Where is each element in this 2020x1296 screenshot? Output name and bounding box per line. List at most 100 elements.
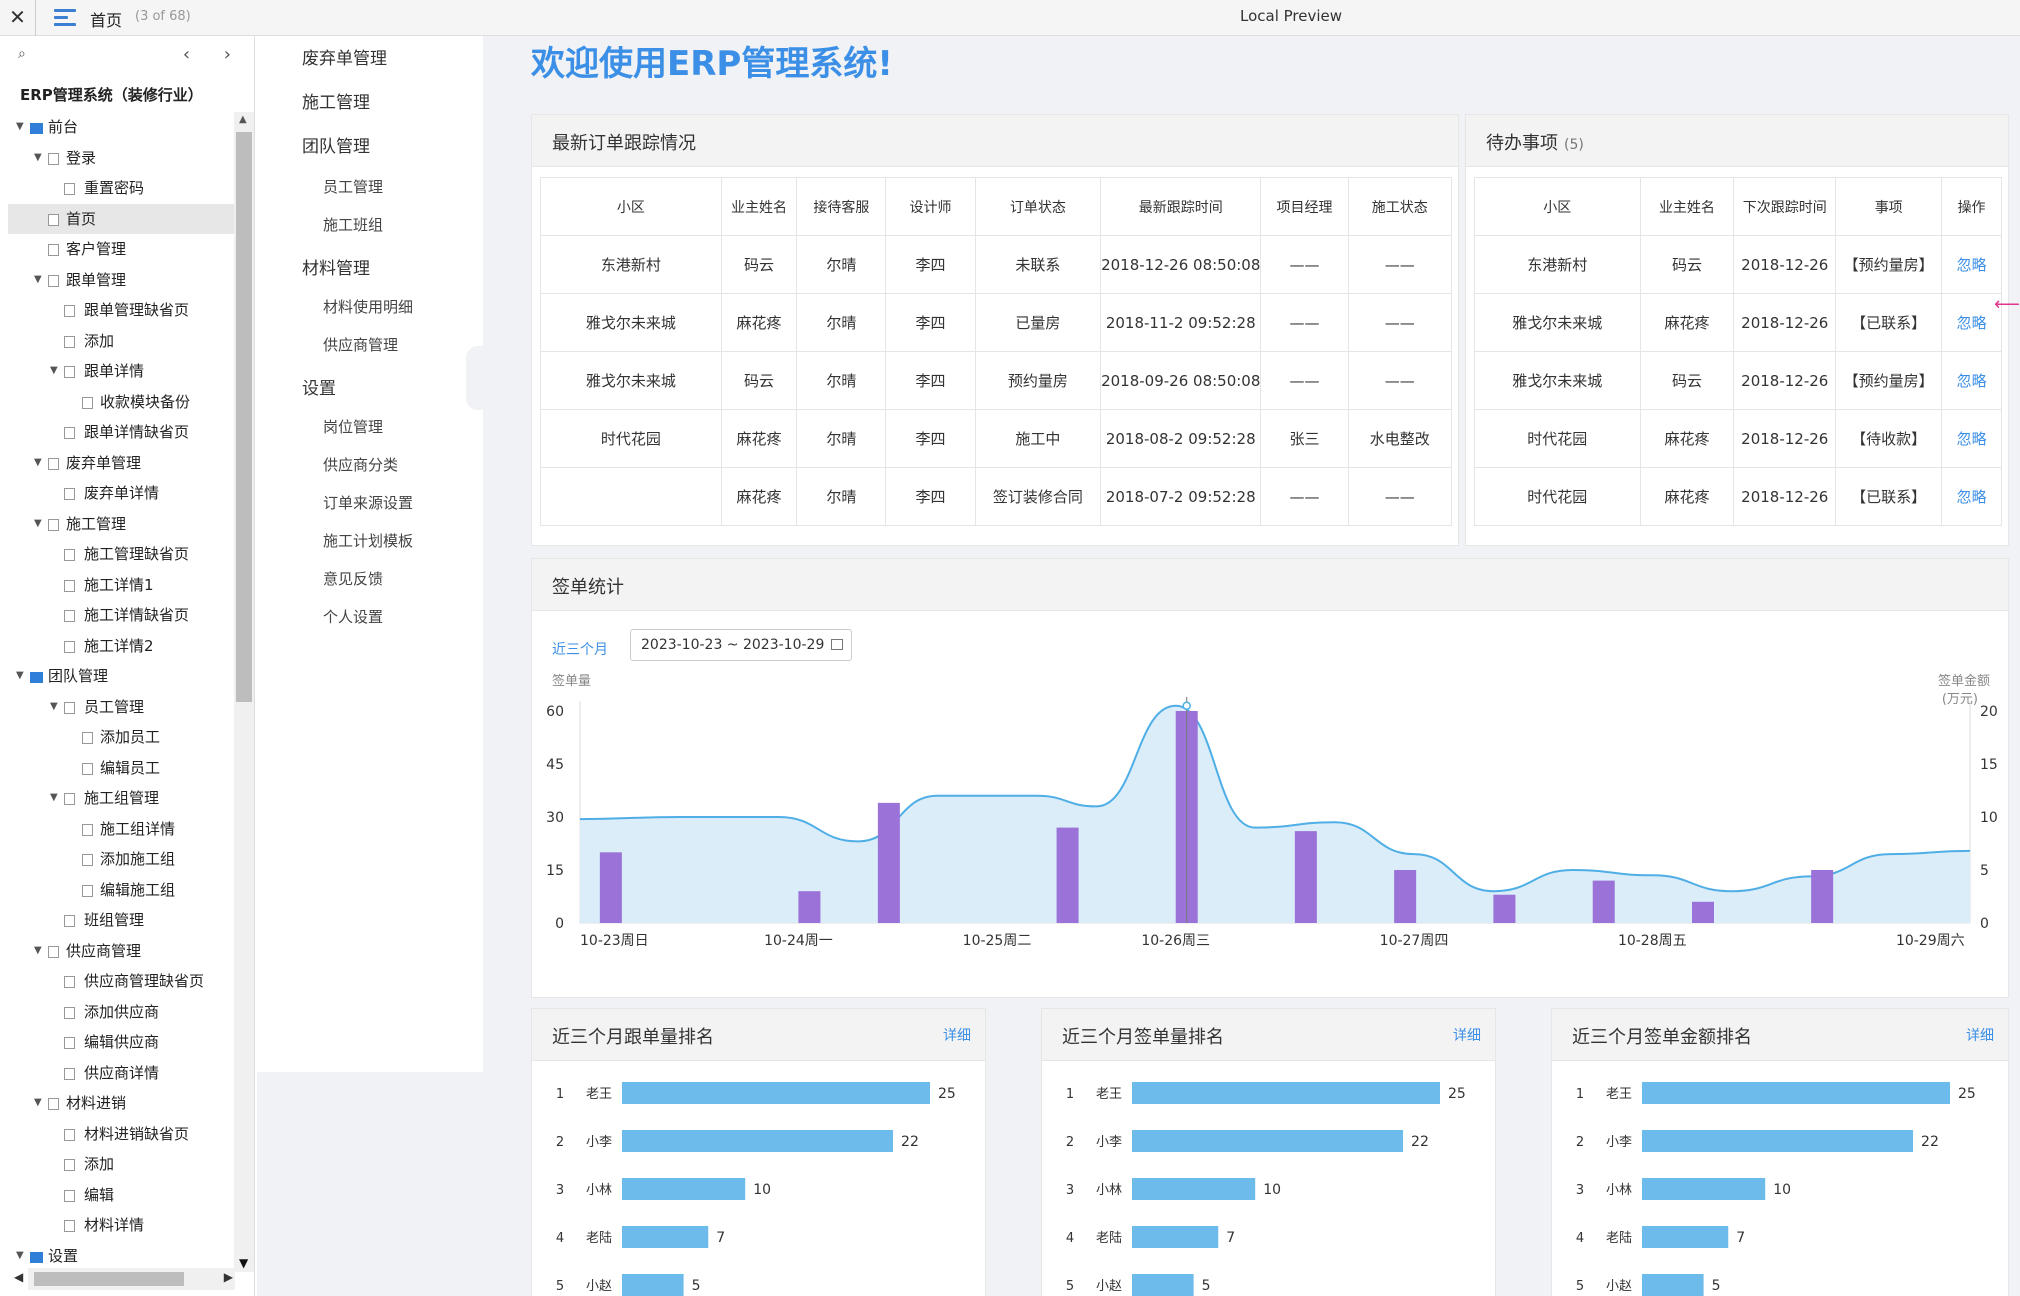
ignore-link[interactable]: 忽略 <box>1941 409 2002 468</box>
tree-item[interactable]: 材料进销缺省页 <box>8 1119 235 1149</box>
tree-item[interactable]: 施工组详情 <box>8 814 235 844</box>
scroll-right-arrow-icon[interactable]: ▶ <box>224 1270 233 1284</box>
tree-item[interactable]: 材料详情 <box>8 1210 235 1240</box>
tree-item[interactable]: 施工管理缺省页 <box>8 539 235 569</box>
sidebar-nav-item[interactable]: 供应商分类 <box>323 454 398 475</box>
expand-arrow-icon[interactable]: ▼ <box>34 448 42 478</box>
tree-item-label: 客户管理 <box>66 240 127 258</box>
tree-item[interactable]: 首页 <box>8 203 235 234</box>
column-header: 事项 <box>1835 177 1943 236</box>
tree-item[interactable]: 添加 <box>8 326 235 356</box>
chart-bar <box>877 802 900 923</box>
sidebar-nav-item[interactable]: 个人设置 <box>323 606 383 627</box>
expand-arrow-icon[interactable]: ▼ <box>16 1241 24 1271</box>
tree-item[interactable]: 添加员工 <box>8 722 235 752</box>
tree-item[interactable]: ▼ 材料进销 <box>8 1088 235 1118</box>
tree-item[interactable]: ▼ 员工管理 <box>8 692 235 722</box>
pages-panel: ⌕ ‹ › ERP管理系统（装修行业） ▼ 前台 ▼ 登录 重置密码 首页 客户管理 ▼ 跟单管… <box>8 36 255 1296</box>
tree-horizontal-scrollbar[interactable]: ◀ ▶ <box>14 1268 235 1290</box>
scroll-thumb[interactable] <box>236 132 252 702</box>
ignore-link[interactable]: 忽略 <box>1941 235 2002 294</box>
table-cell: 麻花疼 <box>1639 467 1735 526</box>
tree-item[interactable]: 编辑员工 <box>8 753 235 783</box>
table-cell: 2018-12-26 <box>1733 467 1837 526</box>
tree-item[interactable]: 添加施工组 <box>8 844 235 874</box>
sidebar-nav-item[interactable]: 订单来源设置 <box>323 492 413 513</box>
chart-bar <box>1592 880 1615 923</box>
expand-arrow-icon[interactable]: ▼ <box>50 692 58 722</box>
tree-item[interactable]: 供应商详情 <box>8 1058 235 1088</box>
close-button[interactable]: ✕ <box>0 0 36 36</box>
expand-arrow-icon[interactable]: ▼ <box>16 661 24 691</box>
tree-item[interactable]: ▼ 登录 <box>8 143 235 173</box>
tree-item[interactable]: ▼ 设置 <box>8 1241 235 1271</box>
page-icon <box>64 488 75 500</box>
sidebar-nav-item[interactable]: 施工计划模板 <box>323 530 413 551</box>
ignore-link[interactable]: 忽略 <box>1941 351 2002 410</box>
tree-item[interactable]: ▼ 团队管理 <box>8 661 235 691</box>
table-cell: 时代花园 <box>540 409 722 468</box>
sidebar-nav-item[interactable]: 废弃单管理 <box>302 44 387 69</box>
tree-item[interactable]: 编辑供应商 <box>8 1027 235 1057</box>
sidebar-nav-item[interactable]: 岗位管理 <box>323 416 383 437</box>
tree-vertical-scrollbar[interactable]: ▲ ▼ <box>234 112 254 1272</box>
tree-item[interactable]: 班组管理 <box>8 905 235 935</box>
tree-item[interactable]: ▼ 施工管理 <box>8 509 235 539</box>
tree-item[interactable]: 编辑 <box>8 1180 235 1210</box>
table-cell: 2018-12-26 <box>1733 235 1837 294</box>
chart-bar <box>1394 870 1417 923</box>
tree-item[interactable]: ▼ 跟单详情 <box>8 356 235 386</box>
tree-item[interactable]: ▼ 废弃单管理 <box>8 448 235 478</box>
sidebar-nav-item[interactable]: 团队管理 <box>302 132 370 157</box>
tree-item[interactable]: 收款模块备份 <box>8 387 235 417</box>
expand-arrow-icon[interactable]: ▼ <box>34 265 42 295</box>
tree-item[interactable]: 跟单详情缺省页 <box>8 417 235 447</box>
expand-arrow-icon[interactable]: ▼ <box>16 112 24 142</box>
ignore-link[interactable]: 忽略 <box>1941 467 2002 526</box>
page-icon <box>64 1128 75 1141</box>
expand-arrow-icon[interactable]: ▼ <box>34 509 42 539</box>
sidebar-nav-item[interactable]: 设置 <box>302 374 336 399</box>
tree-item[interactable]: 废弃单详情 <box>8 478 235 508</box>
menu-icon[interactable] <box>54 5 76 29</box>
tree-item[interactable]: ▼ 施工组管理 <box>8 783 235 813</box>
tree-item[interactable]: 编辑施工组 <box>8 875 235 905</box>
table-cell: 2018-08-2 09:52:28 <box>1100 409 1262 468</box>
tree-item[interactable]: 供应商管理缺省页 <box>8 966 235 996</box>
sidebar-nav-item[interactable]: 材料使用明细 <box>323 296 413 317</box>
tree-item[interactable]: 施工详情缺省页 <box>8 600 235 630</box>
scroll-up-arrow-icon[interactable]: ▲ <box>239 114 247 125</box>
sidebar-collapse-handle[interactable] <box>466 346 484 410</box>
search-icon[interactable]: ⌕ <box>18 46 26 62</box>
table-row: 雅戈尔未来城 麻花疼 2018-12-26 【已联系】 忽略 <box>1474 293 2002 352</box>
tree-item[interactable]: 重置密码 <box>8 173 235 203</box>
sidebar-nav-item[interactable]: 材料管理 <box>302 254 370 279</box>
expand-arrow-icon[interactable]: ▼ <box>50 783 58 813</box>
tree-item[interactable]: ▼ 跟单管理 <box>8 265 235 295</box>
tree-item[interactable]: ▼ 供应商管理 <box>8 936 235 966</box>
ignore-link[interactable]: 忽略 <box>1941 293 2002 352</box>
scroll-down-arrow-icon[interactable]: ▼ <box>239 1256 248 1270</box>
tree-item-label: 重置密码 <box>84 179 145 197</box>
sidebar-nav-item[interactable]: 员工管理 <box>323 176 383 197</box>
tree-item[interactable]: 添加供应商 <box>8 997 235 1027</box>
sidebar-nav-item[interactable]: 施工班组 <box>323 214 383 235</box>
expand-arrow-icon[interactable]: ▼ <box>34 936 42 966</box>
sidebar-nav-item[interactable]: 施工管理 <box>302 88 370 113</box>
tree-item[interactable]: 施工详情1 <box>8 570 235 600</box>
horizontal-scroll-thumb[interactable] <box>34 1272 184 1286</box>
document-title: ERP管理系统（装修行业） <box>20 86 203 104</box>
sidebar-nav-item[interactable]: 供应商管理 <box>323 334 398 355</box>
tree-item[interactable]: 施工详情2 <box>8 631 235 661</box>
sidebar-nav-item[interactable]: 意见反馈 <box>323 568 383 589</box>
tree-item[interactable]: 客户管理 <box>8 234 235 264</box>
tree-item[interactable]: 跟单管理缺省页 <box>8 295 235 325</box>
rank-name: 老王 <box>586 1087 612 1102</box>
expand-arrow-icon[interactable]: ▼ <box>50 356 58 386</box>
tree-item[interactable]: ▼ 前台 <box>8 112 235 142</box>
expand-arrow-icon[interactable]: ▼ <box>34 1088 42 1118</box>
expand-arrow-icon[interactable]: ▼ <box>34 143 42 173</box>
tree-item[interactable]: 添加 <box>8 1149 235 1179</box>
scroll-left-arrow-icon[interactable]: ◀ <box>14 1270 23 1284</box>
page-nav-arrows[interactable]: ‹ › <box>183 44 245 65</box>
